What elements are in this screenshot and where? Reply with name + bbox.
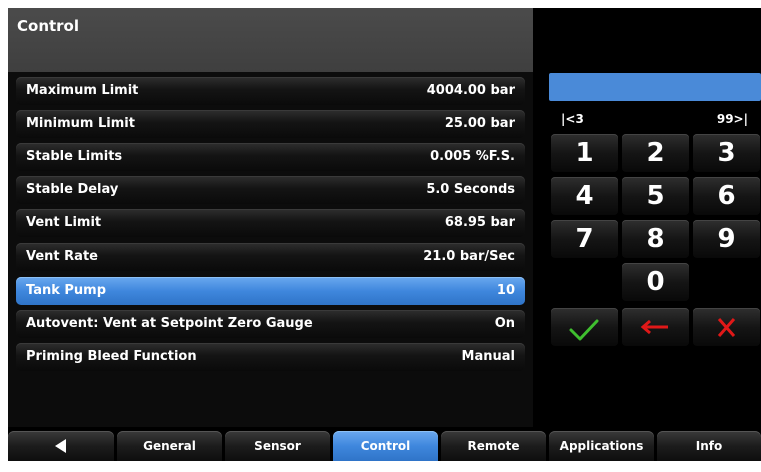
setting-value: 21.0 bar/Sec <box>423 249 515 264</box>
back-button[interactable] <box>8 431 114 461</box>
key-7[interactable]: 7 <box>551 220 618 258</box>
setting-row-priming-bleed-function[interactable]: Priming Bleed Function Manual <box>16 343 525 371</box>
setting-row-autovent[interactable]: Autovent: Vent at Setpoint Zero Gauge On <box>16 310 525 338</box>
range-min-label: |<3 <box>561 112 584 126</box>
cancel-button[interactable] <box>693 308 760 346</box>
settings-panel: Control Maximum Limit 4004.00 bar Minimu… <box>8 8 533 427</box>
setting-value: Manual <box>461 349 515 364</box>
page-title: Control <box>17 17 80 35</box>
left-arrow-icon <box>640 319 668 335</box>
key-4[interactable]: 4 <box>551 177 618 215</box>
setting-label: Priming Bleed Function <box>26 349 197 364</box>
setting-value: 25.00 bar <box>444 116 515 131</box>
setting-label: Stable Limits <box>26 149 123 164</box>
setting-row-maximum-limit[interactable]: Maximum Limit 4004.00 bar <box>16 77 525 105</box>
setting-value: 5.0 Seconds <box>426 182 515 197</box>
setting-row-tank-pump[interactable]: Tank Pump 10 <box>16 277 525 305</box>
setting-row-minimum-limit[interactable]: Minimum Limit 25.00 bar <box>16 110 525 138</box>
tab-applications[interactable]: Applications <box>549 431 654 461</box>
setting-row-vent-rate[interactable]: Vent Rate 21.0 bar/Sec <box>16 243 525 271</box>
setting-row-stable-delay[interactable]: Stable Delay 5.0 Seconds <box>16 176 525 204</box>
setting-label: Tank Pump <box>26 283 107 298</box>
setting-label: Stable Delay <box>26 182 119 197</box>
key-8[interactable]: 8 <box>622 220 689 258</box>
setting-value: On <box>494 316 515 331</box>
keypad-panel <box>533 8 761 427</box>
checkmark-icon <box>569 319 599 341</box>
setting-value: 4004.00 bar <box>426 83 515 98</box>
title-bar: Control <box>8 8 533 72</box>
key-3[interactable]: 3 <box>693 134 760 172</box>
tab-info[interactable]: Info <box>657 431 761 461</box>
tab-bar: General Sensor Control Remote Applicatio… <box>8 431 761 461</box>
key-0[interactable]: 0 <box>622 263 689 301</box>
range-max-label: 99>| <box>716 112 748 126</box>
setting-label: Autovent: Vent at Setpoint Zero Gauge <box>26 316 313 331</box>
setting-value: 68.95 bar <box>444 215 515 230</box>
tab-control[interactable]: Control <box>333 431 438 461</box>
tab-remote[interactable]: Remote <box>441 431 546 461</box>
setting-value: 0.005 %F.S. <box>430 149 515 164</box>
setting-label: Minimum Limit <box>26 116 135 131</box>
setting-label: Maximum Limit <box>26 83 139 98</box>
backspace-button[interactable] <box>622 308 689 346</box>
tab-sensor[interactable]: Sensor <box>225 431 330 461</box>
x-icon <box>717 318 736 337</box>
confirm-button[interactable] <box>551 308 618 346</box>
tab-general[interactable]: General <box>117 431 222 461</box>
key-5[interactable]: 5 <box>622 177 689 215</box>
setting-row-vent-limit[interactable]: Vent Limit 68.95 bar <box>16 209 525 237</box>
key-6[interactable]: 6 <box>693 177 760 215</box>
key-9[interactable]: 9 <box>693 220 760 258</box>
screen: Control Maximum Limit 4004.00 bar Minimu… <box>8 8 761 461</box>
key-2[interactable]: 2 <box>622 134 689 172</box>
setting-row-stable-limits[interactable]: Stable Limits 0.005 %F.S. <box>16 143 525 171</box>
value-entry-field[interactable] <box>549 73 761 101</box>
setting-label: Vent Rate <box>26 249 98 264</box>
back-triangle-icon <box>55 439 66 453</box>
key-1[interactable]: 1 <box>551 134 618 172</box>
setting-label: Vent Limit <box>26 215 102 230</box>
setting-value: 10 <box>496 283 515 298</box>
